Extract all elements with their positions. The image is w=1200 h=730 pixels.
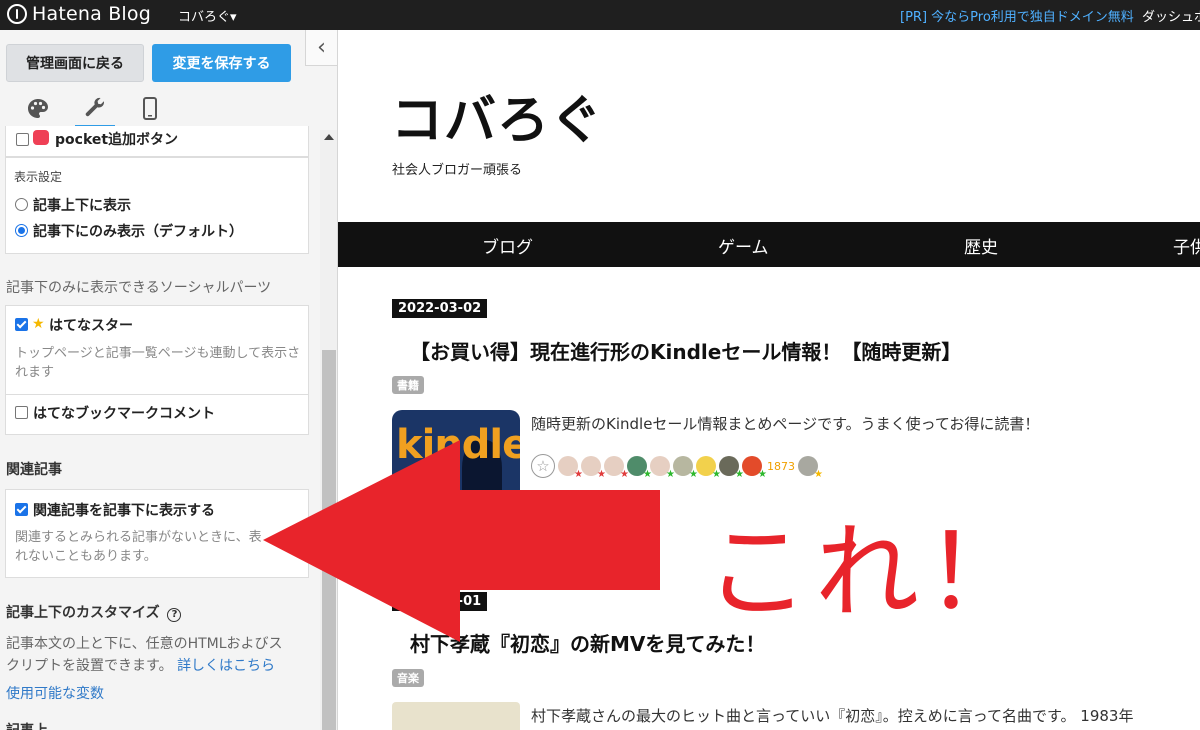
star-user-avatar[interactable]: ★: [650, 456, 675, 480]
custom-heading: 記事上下のカスタマイズ ?: [6, 602, 182, 622]
related-checkbox[interactable]: [15, 503, 28, 516]
sidebar-tabs: [0, 90, 320, 130]
post-thumbnail[interactable]: [392, 702, 520, 730]
hatena-logo-icon: [7, 4, 27, 24]
star-user-avatar[interactable]: ★: [581, 456, 606, 480]
star-user-avatar[interactable]: ★: [798, 456, 823, 480]
blog-switcher[interactable]: コバろぐ▾: [178, 6, 237, 25]
bookmark-comment-label: はてなブックマークコメント: [33, 406, 215, 422]
category-tag[interactable]: 音楽: [392, 669, 424, 687]
star-user-avatar[interactable]: ★: [627, 456, 652, 480]
kindle-logo-text: kindle: [396, 422, 520, 468]
pro-promo-link[interactable]: [PR] 今ならPro利用で独自ドメイン無料: [900, 6, 1134, 25]
custom-desc-line2: クリプトを設置できます。 詳しくはこちら: [6, 655, 275, 675]
display-setting-panel: 表示設定 記事上下に表示 記事下にのみ表示（デフォルト）: [5, 157, 309, 254]
variables-link[interactable]: 使用可能な変数: [6, 683, 104, 703]
star-user-avatar[interactable]: ★: [696, 456, 721, 480]
hatena-star-row: ☆ ★ ★ ★ ★ ★ ★ ★ ★ ★ 1873 ★: [531, 453, 823, 480]
pocket-option: pocket追加ボタン: [5, 126, 309, 157]
category-tag[interactable]: 書籍: [392, 376, 424, 394]
social-parts-heading: 記事下のみに表示できるソーシャルパーツ: [6, 280, 272, 296]
blog-description: 社会人ブロガー頑張る: [392, 163, 523, 178]
chevron-left-icon: ‹: [317, 35, 326, 60]
post-date: 2022-03-01: [392, 592, 488, 611]
post-date: 2022-03-02: [392, 299, 488, 318]
scroll-thumb[interactable]: [322, 350, 336, 730]
collapse-sidebar-button[interactable]: ‹: [305, 30, 337, 66]
display-setting-title: 表示設定: [14, 170, 63, 184]
sidebar-scrollbar[interactable]: [320, 130, 337, 730]
smartphone-icon: [143, 97, 157, 120]
star-icon: ★: [32, 316, 45, 332]
nav-item-kids[interactable]: 子供: [1173, 233, 1200, 258]
hatena-blog-logo[interactable]: Hatena Blog: [7, 3, 151, 25]
post-excerpt: 村下孝蔵さんの最大のヒット曲と言っていい『初恋』。控えめに言って名曲です。 19…: [531, 707, 1134, 725]
related-heading: 関連記事: [6, 462, 62, 478]
custom-heading-text: 記事上下のカスタマイズ: [6, 605, 160, 621]
top-bar: Hatena Blog コバろぐ▾ [PR] 今ならPro利用で独自ドメイン無料…: [0, 0, 1200, 30]
social-parts-panel: ★ はてなスター トップページと記事一覧ページも連動して表示されます はてなブッ…: [5, 305, 309, 435]
logo-text: Hatena Blog: [32, 3, 151, 25]
partial-section-heading: 記事上: [6, 720, 48, 730]
hatena-star-label: はてなスター: [49, 318, 133, 334]
hatena-star-checkbox[interactable]: [15, 318, 28, 331]
radio-bottom-only[interactable]: [15, 224, 28, 237]
nav-item-blog[interactable]: ブログ: [482, 233, 533, 258]
custom-more-link[interactable]: 詳しくはこちら: [177, 658, 275, 674]
star-user-avatar[interactable]: ★: [719, 456, 744, 480]
annotation-text: これ！: [705, 511, 1036, 633]
tab-design[interactable]: [18, 90, 58, 128]
scroll-up-arrow-icon[interactable]: [324, 134, 334, 140]
pocket-checkbox[interactable]: [16, 133, 29, 146]
star-user-avatar[interactable]: ★: [742, 456, 767, 480]
related-panel: 関連記事を記事下に表示する 関連するとみられる記事がないときに、表 れないことも…: [5, 489, 309, 578]
nav-item-history[interactable]: 歴史: [964, 233, 998, 258]
tab-smartphone[interactable]: [130, 90, 170, 128]
global-nav: ブログ ゲーム 歴史 子供: [338, 222, 1200, 267]
back-to-admin-button[interactable]: 管理画面に戻る: [6, 44, 144, 82]
wrench-icon: [85, 97, 104, 116]
radio-bottom-only-label: 記事下にのみ表示（デフォルト）: [33, 224, 243, 240]
pocket-label: pocket追加ボタン: [55, 132, 179, 148]
star-user-avatar[interactable]: ★: [673, 456, 698, 480]
bookmark-comment-checkbox[interactable]: [15, 406, 28, 419]
dashboard-link[interactable]: ダッシュボード: [1142, 6, 1200, 25]
post-title[interactable]: 【お買い得】現在進行形のKindleセール情報！【随時更新】: [410, 336, 961, 365]
add-star-button[interactable]: ☆: [531, 454, 555, 478]
post-excerpt: 随時更新のKindleセール情報まとめページです。うまく使ってお得に読書！: [531, 415, 1040, 433]
design-sidebar: 管理画面に戻る 変更を保存する ‹ pocket追加ボタン 表示設定 記事上下に…: [0, 30, 338, 730]
radio-top-bottom[interactable]: [15, 198, 28, 211]
tab-customize[interactable]: [75, 90, 115, 128]
save-changes-button[interactable]: 変更を保存する: [152, 44, 291, 82]
hatena-star-help: トップページと記事一覧ページも連動して表示されます: [15, 346, 301, 380]
blog-title[interactable]: コバろぐ: [391, 78, 603, 153]
related-help-line1: 関連するとみられる記事がないときに、表: [15, 530, 262, 545]
star-count[interactable]: 1873: [767, 460, 795, 473]
palette-icon: [28, 99, 48, 118]
post-thumbnail[interactable]: kindle: [392, 410, 520, 510]
radio-top-bottom-label: 記事上下に表示: [33, 198, 131, 214]
nav-item-game[interactable]: ゲーム: [718, 233, 769, 258]
custom-desc-text: クリプトを設置できます。: [6, 658, 173, 674]
related-help-line2: れないこともあります。: [15, 549, 157, 564]
star-user-avatar[interactable]: ★: [558, 456, 583, 480]
star-user-avatar[interactable]: ★: [604, 456, 629, 480]
help-icon[interactable]: ?: [167, 608, 182, 622]
related-label: 関連記事を記事下に表示する: [33, 503, 215, 519]
divider: [6, 394, 308, 395]
star-outline-icon: ☆: [536, 457, 550, 475]
custom-desc-line1: 記事本文の上と下に、任意のHTMLおよびス: [6, 636, 283, 652]
pocket-icon: [33, 130, 49, 145]
